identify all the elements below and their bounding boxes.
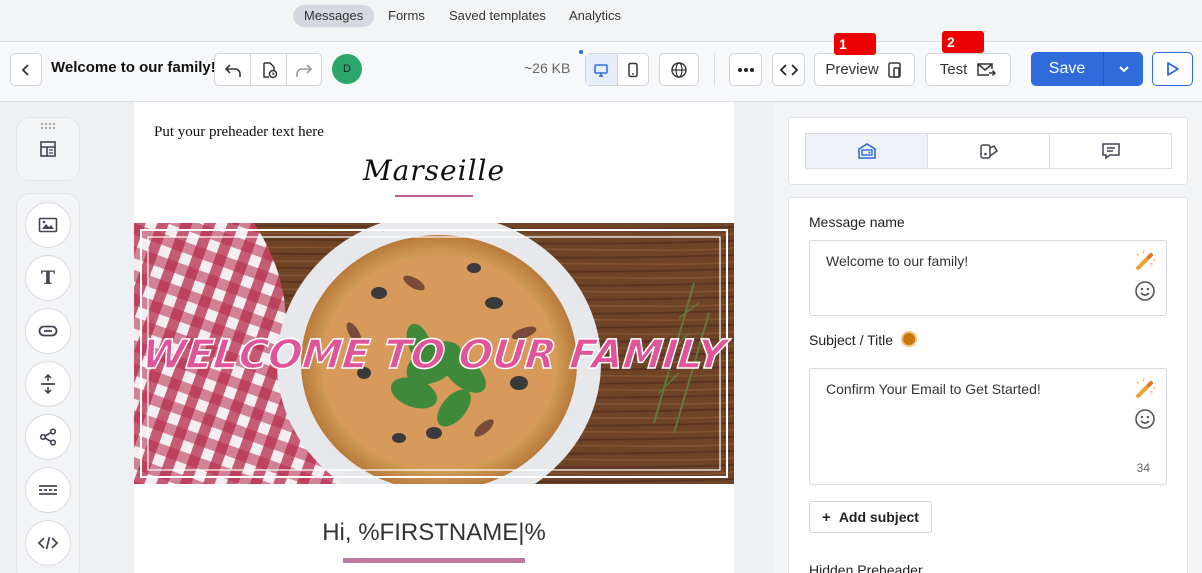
code-view-button[interactable] xyxy=(772,53,805,86)
subject-char-count: 34 xyxy=(1136,461,1150,475)
preview-label: Preview xyxy=(825,61,879,78)
undo-icon xyxy=(224,63,241,77)
back-button[interactable] xyxy=(10,53,42,86)
email-preview[interactable]: Put your preheader text here Marseille W… xyxy=(134,102,734,573)
desktop-view-button[interactable] xyxy=(586,54,618,85)
top-navigation: Messages Forms Saved templates Analytics xyxy=(0,0,1202,42)
user-avatar[interactable]: D xyxy=(332,54,362,84)
redo-icon xyxy=(296,63,313,77)
preheader-text[interactable]: Put your preheader text here xyxy=(154,124,324,141)
text-block-button[interactable]: T xyxy=(25,255,71,301)
structure-button[interactable] xyxy=(25,126,71,172)
subject-value: Confirm Your Email to Get Started! xyxy=(826,381,1041,397)
message-title: Welcome to our family! xyxy=(51,59,216,76)
magic-wand-icon[interactable] xyxy=(1134,250,1156,272)
html-block-button[interactable] xyxy=(25,520,71,566)
brand-underline xyxy=(395,195,473,197)
add-subject-label: Add subject xyxy=(838,509,919,525)
document-history-icon xyxy=(262,61,277,78)
code-icon xyxy=(779,63,798,76)
settings-tabs-card xyxy=(788,117,1188,185)
tab-message-settings[interactable] xyxy=(806,134,928,168)
plus-icon: + xyxy=(822,508,831,526)
brand-logo-text[interactable]: Marseille xyxy=(134,154,734,187)
preview-devices-icon xyxy=(887,61,901,78)
hidden-preheader-label: Hidden Preheader xyxy=(809,562,923,573)
message-name-value: Welcome to our family! xyxy=(826,253,969,269)
undo-button[interactable] xyxy=(215,54,251,85)
editor-toolbar: Welcome to our family! D ~26 KB Preview xyxy=(0,42,1202,102)
drag-handle-icon[interactable] xyxy=(40,122,56,130)
subject-field[interactable]: Confirm Your Email to Get Started! 34 xyxy=(809,368,1167,485)
save-button[interactable]: Save xyxy=(1031,52,1104,86)
history-group xyxy=(214,53,322,86)
test-button[interactable]: Test xyxy=(925,53,1011,86)
redo-button[interactable] xyxy=(287,54,321,85)
mobile-view-button[interactable] xyxy=(618,54,649,85)
language-button[interactable] xyxy=(659,53,699,86)
pizza-banner-image: WELCOME TO OUR FAMILY xyxy=(134,213,734,513)
globe-icon xyxy=(671,61,687,78)
nav-messages[interactable]: Messages xyxy=(293,5,375,27)
magic-wand-icon[interactable] xyxy=(1134,378,1156,400)
hero-image[interactable]: WELCOME TO OUR FAMILY xyxy=(134,213,734,513)
nav-forms[interactable]: Forms xyxy=(377,5,436,27)
play-icon xyxy=(1166,62,1179,76)
chevron-down-icon xyxy=(1118,66,1129,73)
emoji-icon[interactable] xyxy=(1134,408,1156,430)
annotation-marker-1: 1 xyxy=(834,33,876,55)
layout-blocks-icon xyxy=(40,141,56,157)
greeting-text[interactable]: Hi, %FIRSTNAME|% xyxy=(134,519,734,547)
preview-button[interactable]: Preview xyxy=(814,53,915,86)
social-block-button[interactable] xyxy=(25,414,71,460)
toolbar-divider xyxy=(714,53,715,86)
annotation-marker-2: 2 xyxy=(942,31,984,53)
save-options-button[interactable] xyxy=(1104,52,1143,86)
button-block-button[interactable] xyxy=(25,308,71,354)
paint-palette-icon xyxy=(979,144,998,159)
save-split-button: Save xyxy=(1031,52,1143,86)
subject-label: Subject / Title xyxy=(809,332,894,348)
blocks-rail: T xyxy=(16,193,80,573)
desktop-icon xyxy=(594,63,608,77)
divider-block-button[interactable] xyxy=(25,467,71,513)
share-icon xyxy=(39,428,57,446)
image-icon xyxy=(38,217,58,233)
spacer-block-button[interactable] xyxy=(25,361,71,407)
image-block-button[interactable] xyxy=(25,202,71,248)
message-size: ~26 KB xyxy=(524,60,571,76)
test-label: Test xyxy=(939,61,968,78)
text-icon: T xyxy=(40,267,56,289)
comment-icon xyxy=(1101,143,1120,160)
tab-appearance[interactable] xyxy=(928,134,1050,168)
send-button[interactable] xyxy=(1152,52,1193,86)
device-toggle xyxy=(585,53,649,86)
settings-tabs xyxy=(805,133,1172,169)
message-settings-card: Message name Welcome to our family! Subj… xyxy=(788,197,1188,573)
message-name-field[interactable]: Welcome to our family! xyxy=(809,240,1167,316)
status-dot xyxy=(579,50,583,54)
chevron-left-icon xyxy=(21,63,29,76)
button-icon xyxy=(38,325,58,337)
greeting-underline xyxy=(343,558,525,563)
tab-comments[interactable] xyxy=(1050,134,1171,168)
message-name-label: Message name xyxy=(809,214,905,230)
more-options-button[interactable] xyxy=(729,53,762,86)
html-code-icon xyxy=(38,536,58,550)
more-horizontal-icon xyxy=(737,67,754,72)
add-subject-button[interactable]: + Add subject xyxy=(809,501,932,533)
mobile-icon xyxy=(628,62,638,77)
nav-analytics[interactable]: Analytics xyxy=(558,5,632,27)
mail-settings-icon xyxy=(857,143,876,159)
nav-saved-templates[interactable]: Saved templates xyxy=(438,5,557,27)
divider-icon xyxy=(39,485,57,495)
emoji-icon[interactable] xyxy=(1134,280,1156,302)
send-mail-icon xyxy=(977,62,997,76)
spacer-icon xyxy=(41,374,55,394)
hero-headline: WELCOME TO OUR FAMILY xyxy=(140,332,733,378)
info-icon[interactable] xyxy=(901,331,917,347)
versions-button[interactable] xyxy=(251,54,287,85)
